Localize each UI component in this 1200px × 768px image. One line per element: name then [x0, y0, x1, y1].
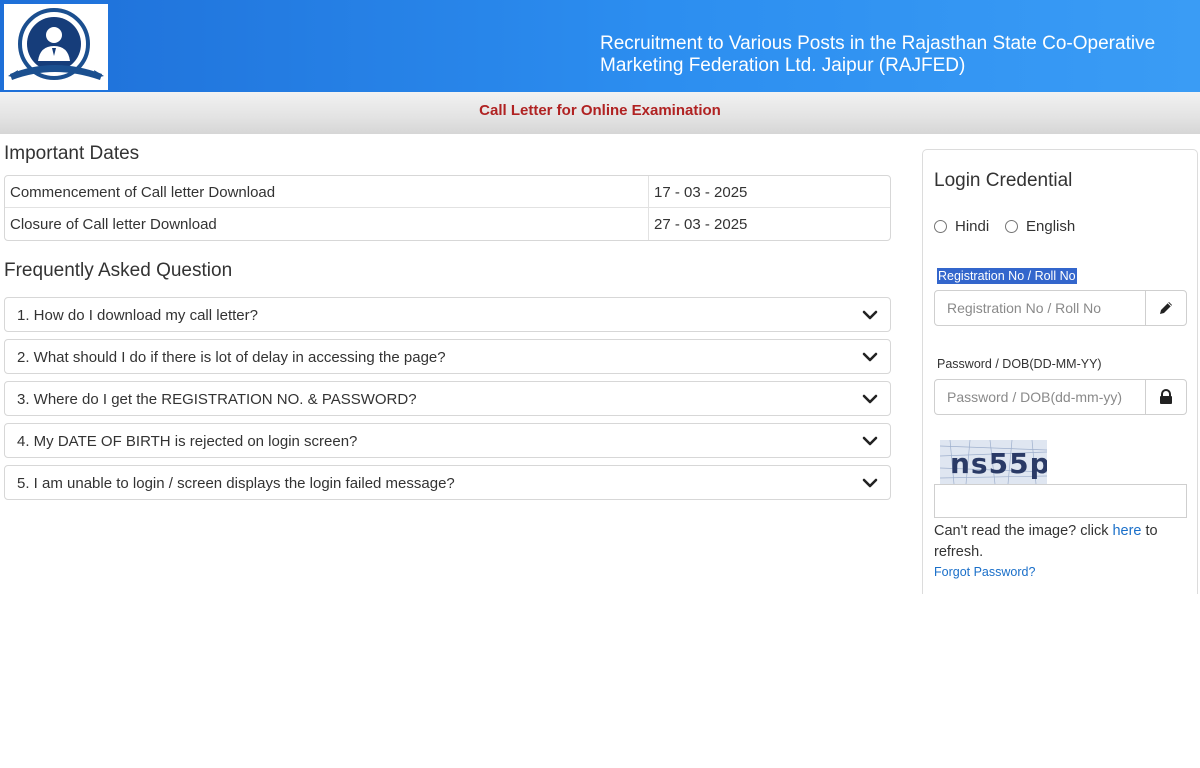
captcha-image: ns55p	[940, 440, 1047, 484]
chevron-down-icon	[862, 310, 878, 320]
addon	[1145, 380, 1186, 414]
captcha-input[interactable]	[934, 484, 1187, 518]
faq-title: Frequently Asked Question	[4, 260, 233, 281]
lock-icon	[1160, 389, 1172, 404]
refresh-prefix: Can't read the image? click	[934, 523, 1113, 539]
password-input[interactable]	[935, 380, 1146, 414]
refresh-text: Can't read the image? click here to refr…	[934, 521, 1184, 563]
registration-input[interactable]	[935, 291, 1146, 325]
logo	[4, 4, 108, 90]
chevron-down-icon	[862, 352, 878, 362]
faq-item-2[interactable]: 2. What should I do if there is lot of d…	[4, 339, 891, 374]
important-dates-title: Important Dates	[4, 143, 140, 164]
faq-question: 1. How do I download my call letter?	[17, 307, 258, 324]
date-label: Commencement of Call letter Download	[10, 184, 276, 201]
faq-question: 4. My DATE OF BIRTH is rejected on login…	[17, 433, 358, 450]
subheader-bar: Call Letter for Online Examination	[0, 92, 1200, 134]
refresh-link[interactable]: here	[1112, 523, 1141, 539]
radio-label: English	[1026, 218, 1076, 235]
pencil-icon	[1160, 302, 1172, 314]
header-title-line2: Marketing Federation Ltd. Jaipur (RAJFED…	[600, 55, 966, 76]
header-title-line1: Recruitment to Various Posts in the Raja…	[600, 33, 1156, 54]
date-value: 27 - 03 - 2025	[648, 208, 890, 240]
addon	[1145, 291, 1186, 325]
date-value: 17 - 03 - 2025	[648, 176, 890, 207]
chevron-down-icon	[862, 436, 878, 446]
subheader-title: Call Letter for Online Examination	[479, 102, 721, 119]
faq-item-3[interactable]: 3. Where do I get the REGISTRATION NO. &…	[4, 381, 891, 416]
radio-english[interactable]: English	[1005, 218, 1075, 235]
radio-circle-icon[interactable]	[1005, 220, 1018, 233]
password-input-group	[934, 379, 1187, 415]
registration-label: Registration No / Roll No	[937, 268, 1077, 284]
forgot-password-link[interactable]: Forgot Password?	[934, 565, 1035, 579]
table-row: Commencement of Call letter Download 17 …	[5, 176, 890, 208]
radio-circle-icon[interactable]	[934, 220, 947, 233]
faq-question: 3. Where do I get the REGISTRATION NO. &…	[17, 391, 417, 408]
chevron-down-icon	[862, 478, 878, 488]
faq-item-4[interactable]: 4. My DATE OF BIRTH is rejected on login…	[4, 423, 891, 458]
radio-hindi[interactable]: Hindi	[934, 218, 989, 235]
password-label: Password / DOB(DD-MM-YY)	[937, 357, 1102, 371]
table-row: Closure of Call letter Download 27 - 03 …	[5, 208, 890, 240]
faq-item-1[interactable]: 1. How do I download my call letter?	[4, 297, 891, 332]
faq-question: 5. I am unable to login / screen display…	[17, 475, 455, 492]
person-emblem-icon	[8, 8, 104, 80]
date-label: Closure of Call letter Download	[10, 216, 217, 233]
important-dates-table: Commencement of Call letter Download 17 …	[4, 175, 891, 241]
faq-item-5[interactable]: 5. I am unable to login / screen display…	[4, 465, 891, 500]
faq-question: 2. What should I do if there is lot of d…	[17, 349, 446, 366]
header-title: Recruitment to Various Posts in the Raja…	[600, 33, 1190, 77]
login-title: Login Credential	[934, 170, 1073, 191]
captcha-text: ns55p	[950, 447, 1047, 480]
chevron-down-icon	[862, 394, 878, 404]
radio-label: Hindi	[955, 218, 990, 235]
registration-input-group	[934, 290, 1187, 326]
page-header: Recruitment to Various Posts in the Raja…	[0, 0, 1200, 92]
